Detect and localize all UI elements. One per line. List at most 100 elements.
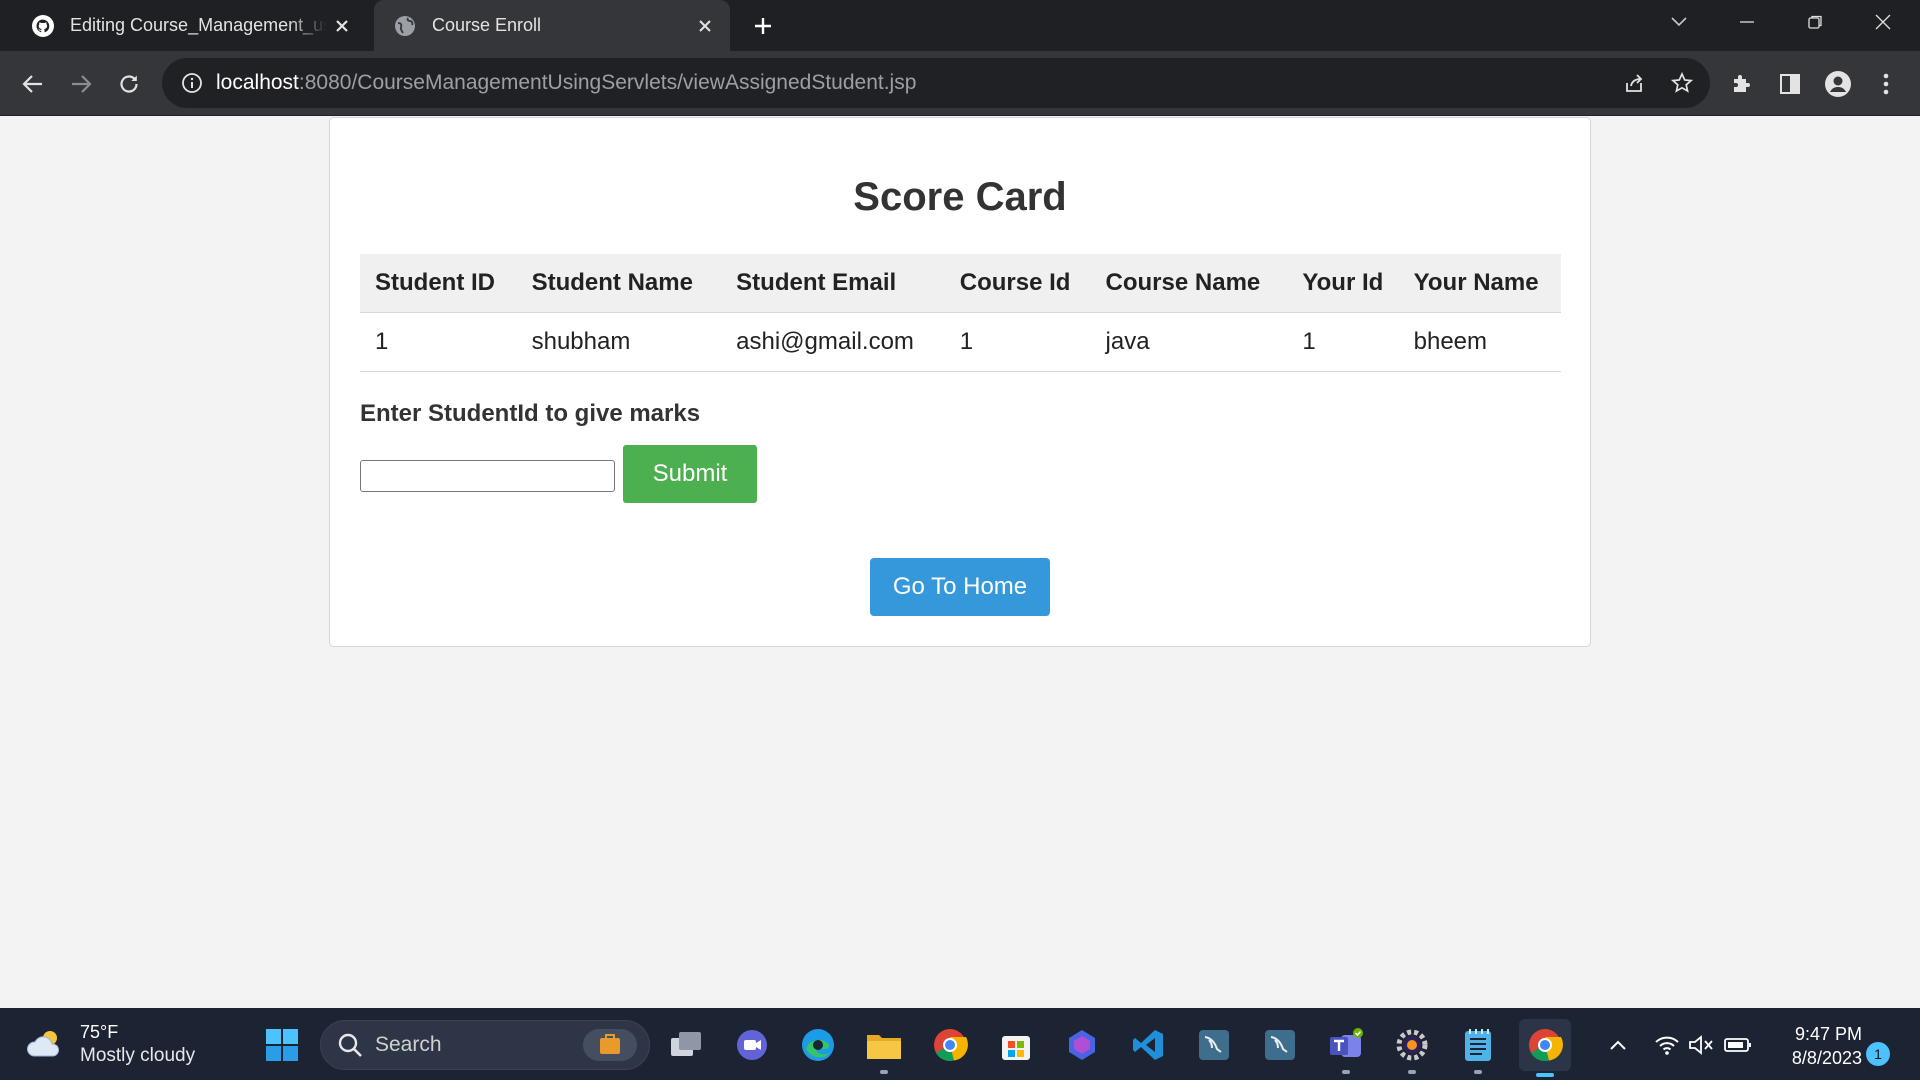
gear-icon — [1396, 1029, 1428, 1061]
side-panel-icon — [1780, 74, 1800, 94]
dolphin-icon — [1265, 1030, 1295, 1060]
minimize-button[interactable] — [1713, 0, 1781, 44]
cell-course-id: 1 — [944, 312, 1091, 372]
vscode-button[interactable] — [1125, 1022, 1171, 1068]
share-button[interactable] — [1616, 65, 1652, 101]
tab-course-enroll[interactable]: Course Enroll — [374, 0, 730, 51]
chevron-down-icon — [1671, 17, 1687, 27]
new-tab-button[interactable] — [745, 8, 781, 44]
side-panel-button[interactable] — [1771, 65, 1809, 103]
taskbar-search[interactable]: Search — [320, 1020, 650, 1070]
teams-button[interactable] — [1323, 1022, 1369, 1074]
wifi-icon — [1655, 1036, 1679, 1055]
notification-badge[interactable]: 1 — [1866, 1042, 1890, 1066]
cell-your-id: 1 — [1287, 312, 1399, 372]
running-indicator — [1474, 1070, 1482, 1074]
browser-tab-strip: Editing Course_Management_using Course E… — [0, 0, 1920, 51]
tab-title: Course Enroll — [432, 15, 542, 35]
table-header-row: Student ID Student Name Student Email Co… — [360, 254, 1561, 313]
taskbar: 75°F Mostly cloudy Search 9:47 PM 8/8/20… — [0, 1008, 1920, 1080]
battery-button[interactable] — [1723, 1030, 1753, 1060]
url-host: localhost — [216, 71, 299, 94]
cell-your-name: bheem — [1398, 312, 1561, 372]
chevron-up-icon — [1610, 1040, 1626, 1050]
puzzle-icon — [1734, 75, 1750, 92]
close-tab-icon[interactable] — [327, 11, 357, 41]
chrome-active-taskbar-button[interactable] — [1519, 1019, 1571, 1077]
star-icon — [1671, 72, 1693, 93]
score-table: Student ID Student Name Student Email Co… — [360, 254, 1561, 372]
url-text: localhost:8080/CourseManagementUsingServ… — [216, 71, 916, 95]
tab-search-button[interactable] — [1645, 0, 1713, 44]
close-tab-icon[interactable] — [690, 11, 720, 41]
col-student-email: Student Email — [721, 254, 945, 313]
forward-button[interactable] — [62, 65, 100, 103]
store-icon — [1002, 1036, 1030, 1060]
site-info-icon[interactable] — [178, 69, 206, 97]
dolphin-icon — [1199, 1030, 1229, 1060]
cell-student-email: ashi@gmail.com — [721, 312, 945, 372]
wifi-button[interactable] — [1652, 1030, 1682, 1060]
score-card-container: Score Card Student ID Student Name Stude… — [329, 117, 1591, 647]
notepad-button[interactable] — [1455, 1022, 1501, 1074]
volume-button[interactable] — [1686, 1030, 1716, 1060]
show-hidden-icons-button[interactable] — [1603, 1030, 1633, 1060]
col-course-name: Course Name — [1090, 254, 1288, 313]
task-view-button[interactable] — [663, 1022, 709, 1068]
edge-button[interactable] — [795, 1022, 841, 1068]
search-icon — [338, 1033, 362, 1057]
weather-widget[interactable]: 75°F Mostly cloudy — [26, 1020, 195, 1068]
back-button[interactable] — [14, 65, 52, 103]
address-bar[interactable]: localhost:8080/CourseManagementUsingServ… — [162, 58, 1710, 108]
col-course-id: Course Id — [944, 254, 1091, 313]
cell-course-name: java — [1090, 312, 1288, 372]
table-row: 1 shubham ashi@gmail.com 1 java 1 bheem — [360, 312, 1561, 372]
battery-icon — [1724, 1038, 1751, 1052]
clock[interactable]: 9:47 PM 8/8/2023 — [1762, 1022, 1862, 1070]
kebab-menu-icon — [1883, 73, 1889, 95]
menu-button[interactable] — [1867, 65, 1905, 103]
bing-icon — [1069, 1030, 1095, 1060]
submit-button[interactable]: Submit — [623, 445, 757, 503]
page-title: Score Card — [853, 175, 1067, 219]
arrow-right-icon — [72, 75, 92, 93]
marks-label: Enter StudentId to give marks — [360, 400, 701, 427]
tab-title: Editing Course_Management_using — [70, 15, 327, 35]
reload-icon — [120, 75, 138, 93]
col-your-name: Your Name — [1398, 254, 1561, 313]
extensions-button[interactable] — [1723, 65, 1761, 103]
browser-toolbar: localhost:8080/CourseManagementUsingServ… — [0, 51, 1920, 116]
file-explorer-button[interactable] — [861, 1022, 907, 1074]
running-indicator — [1408, 1070, 1416, 1074]
github-icon — [30, 13, 56, 39]
copilot-button[interactable] — [1059, 1022, 1105, 1068]
tab-editing-course-management[interactable]: Editing Course_Management_using — [12, 0, 367, 51]
running-indicator — [1342, 1070, 1350, 1074]
globe-icon — [392, 13, 418, 39]
profile-button[interactable] — [1819, 65, 1857, 103]
store-button[interactable] — [993, 1022, 1039, 1068]
col-your-id: Your Id — [1287, 254, 1399, 313]
mysql-workbench-button[interactable] — [1191, 1022, 1237, 1068]
start-button[interactable] — [259, 1022, 305, 1068]
close-icon — [1875, 14, 1891, 30]
clock-date: 8/8/2023 — [1791, 1048, 1862, 1068]
cell-student-name: shubham — [516, 312, 722, 372]
student-id-input[interactable] — [360, 460, 615, 492]
cloudy-icon — [27, 1031, 59, 1057]
close-window-button[interactable] — [1849, 0, 1917, 44]
chrome-taskbar-button[interactable] — [927, 1022, 973, 1068]
eclipse-ide-button[interactable] — [1389, 1022, 1435, 1074]
meet-app-button[interactable] — [729, 1022, 775, 1068]
bookmark-button[interactable] — [1664, 65, 1700, 101]
restore-button[interactable] — [1781, 0, 1849, 44]
profile-icon — [1825, 71, 1851, 97]
col-student-name: Student Name — [516, 254, 722, 313]
weather-desc: Mostly cloudy — [80, 1045, 196, 1066]
go-to-home-button[interactable]: Go To Home — [870, 558, 1050, 616]
plus-icon — [755, 18, 771, 34]
reload-button[interactable] — [110, 65, 148, 103]
mysql-workbench-button-2[interactable] — [1257, 1022, 1303, 1068]
weather-temp: 75°F — [80, 1022, 119, 1042]
share-icon — [1626, 74, 1643, 92]
